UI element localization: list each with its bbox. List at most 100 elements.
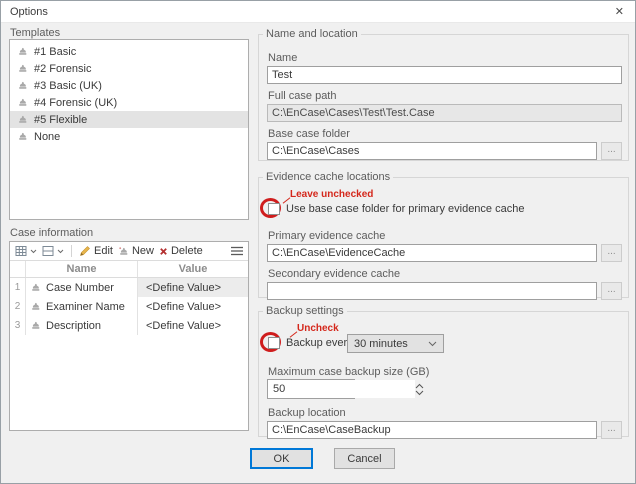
case-info-table-header: Name Value bbox=[10, 261, 248, 278]
spin-down-icon bbox=[415, 390, 424, 396]
table-row-case-number[interactable]: 1 Case Number <Define Value> bbox=[10, 278, 248, 297]
delete-button-label: Delete bbox=[171, 245, 203, 257]
row-number: 3 bbox=[10, 316, 26, 335]
template-item-label: None bbox=[34, 131, 60, 143]
full-case-path-field bbox=[267, 104, 622, 122]
delete-x-icon bbox=[159, 247, 168, 256]
field-icon bbox=[30, 301, 41, 312]
name-and-location-legend: Name and location bbox=[263, 28, 361, 40]
cancel-button[interactable]: Cancel bbox=[334, 448, 395, 469]
backup-every-checkbox[interactable] bbox=[268, 337, 280, 349]
row-name-label: Case Number bbox=[46, 282, 114, 294]
field-icon bbox=[30, 320, 41, 331]
primary-evidence-cache-browse-button[interactable]: ... bbox=[601, 244, 622, 262]
evidence-cache-group: Evidence cache locations Leave unchecked… bbox=[258, 171, 629, 298]
backup-location-label: Backup location bbox=[268, 407, 346, 419]
backup-interval-value: 30 minutes bbox=[354, 338, 408, 350]
full-case-path-label: Full case path bbox=[268, 90, 336, 102]
pencil-icon bbox=[79, 245, 91, 257]
name-input[interactable] bbox=[267, 66, 622, 84]
template-item-label: #4 Forensic (UK) bbox=[34, 97, 117, 109]
base-case-folder-label: Base case folder bbox=[268, 128, 350, 140]
case-template-icon bbox=[17, 46, 28, 57]
spin-up-icon bbox=[415, 383, 424, 389]
row-name-label: Description bbox=[46, 320, 101, 332]
max-backup-size-label: Maximum case backup size (GB) bbox=[268, 366, 429, 378]
hamburger-menu-icon bbox=[231, 246, 243, 256]
backup-location-input[interactable] bbox=[267, 421, 597, 439]
value-column-header[interactable]: Value bbox=[138, 263, 248, 275]
new-button-label: New bbox=[132, 245, 154, 257]
case-template-icon bbox=[17, 114, 28, 125]
row-value-cell[interactable]: <Define Value> bbox=[138, 278, 248, 297]
split-pane-button[interactable] bbox=[42, 245, 64, 257]
row-value-cell[interactable]: <Define Value> bbox=[138, 320, 248, 332]
close-icon[interactable]: ✕ bbox=[613, 5, 626, 18]
field-icon bbox=[30, 282, 41, 293]
templates-label: Templates bbox=[10, 27, 60, 39]
templates-list: #1 Basic #2 Forensic #3 Basic (UK) #4 Fo… bbox=[9, 39, 249, 220]
base-case-folder-browse-button[interactable]: ... bbox=[601, 142, 622, 160]
template-item-none[interactable]: None bbox=[10, 128, 248, 145]
secondary-evidence-cache-browse-button[interactable]: ... bbox=[601, 282, 622, 300]
row-name-label: Examiner Name bbox=[46, 301, 125, 313]
title-bar: Options ✕ bbox=[1, 1, 635, 23]
menu-button[interactable] bbox=[231, 246, 243, 256]
base-case-folder-input[interactable] bbox=[267, 142, 597, 160]
new-button[interactable]: New bbox=[118, 245, 154, 257]
template-item-1-basic[interactable]: #1 Basic bbox=[10, 43, 248, 60]
edit-button-label: Edit bbox=[94, 245, 113, 257]
template-item-4-forensic-uk[interactable]: #4 Forensic (UK) bbox=[10, 94, 248, 111]
table-row-examiner-name[interactable]: 2 Examiner Name <Define Value> bbox=[10, 297, 248, 316]
backup-every-checkbox-label: Backup every bbox=[286, 337, 353, 349]
edit-button[interactable]: Edit bbox=[79, 245, 113, 257]
primary-evidence-cache-input[interactable] bbox=[267, 244, 597, 262]
chevron-down-icon bbox=[30, 249, 37, 254]
name-label: Name bbox=[268, 52, 297, 64]
evidence-cache-legend: Evidence cache locations bbox=[263, 171, 393, 183]
row-value-cell[interactable]: <Define Value> bbox=[138, 301, 248, 313]
backup-location-browse-button[interactable]: ... bbox=[601, 421, 622, 439]
template-item-2-forensic[interactable]: #2 Forensic bbox=[10, 60, 248, 77]
row-number: 1 bbox=[10, 278, 26, 297]
delete-button[interactable]: Delete bbox=[159, 245, 203, 257]
row-number-header bbox=[10, 261, 26, 277]
row-name-cell: Case Number bbox=[26, 278, 138, 297]
annotation-uncheck: Uncheck bbox=[297, 323, 339, 334]
chevron-down-icon bbox=[57, 249, 64, 254]
backup-interval-select[interactable]: 30 minutes bbox=[347, 334, 444, 353]
new-item-icon bbox=[118, 246, 129, 257]
name-column-header[interactable]: Name bbox=[26, 261, 138, 277]
options-dialog: Options ✕ Templates #1 Basic #2 Forensic… bbox=[0, 0, 636, 484]
table-row-description[interactable]: 3 Description <Define Value> bbox=[10, 316, 248, 335]
secondary-evidence-cache-label: Secondary evidence cache bbox=[268, 268, 400, 280]
case-template-icon bbox=[17, 63, 28, 74]
case-template-icon bbox=[17, 131, 28, 142]
max-backup-size-spinner[interactable] bbox=[267, 379, 355, 399]
template-item-label: #1 Basic bbox=[34, 46, 76, 58]
spinner-buttons[interactable] bbox=[415, 380, 424, 398]
row-number: 2 bbox=[10, 297, 26, 316]
row-name-cell: Examiner Name bbox=[26, 297, 138, 316]
max-backup-size-input[interactable] bbox=[268, 380, 415, 398]
template-item-5-flexible[interactable]: #5 Flexible bbox=[10, 111, 248, 128]
table-view-button[interactable] bbox=[15, 245, 37, 257]
ok-button[interactable]: OK bbox=[250, 448, 313, 469]
template-item-label: #2 Forensic bbox=[34, 63, 91, 75]
backup-settings-legend: Backup settings bbox=[263, 305, 347, 317]
case-information-toolbar: Edit New Delete bbox=[10, 242, 248, 261]
split-pane-icon bbox=[42, 245, 54, 257]
case-template-icon bbox=[17, 97, 28, 108]
row-name-cell: Description bbox=[26, 316, 138, 335]
name-and-location-group: Name and location Name Full case path Ba… bbox=[258, 28, 629, 161]
table-grid-icon bbox=[15, 245, 27, 257]
secondary-evidence-cache-input[interactable] bbox=[267, 282, 597, 300]
backup-settings-group: Backup settings Uncheck Backup every 30 … bbox=[258, 305, 629, 437]
use-base-folder-checkbox[interactable] bbox=[268, 203, 280, 215]
template-item-label: #3 Basic (UK) bbox=[34, 80, 102, 92]
case-information-label: Case information bbox=[10, 227, 93, 239]
window-title: Options bbox=[10, 6, 613, 18]
primary-evidence-cache-label: Primary evidence cache bbox=[268, 230, 385, 242]
case-template-icon bbox=[17, 80, 28, 91]
template-item-3-basic-uk[interactable]: #3 Basic (UK) bbox=[10, 77, 248, 94]
